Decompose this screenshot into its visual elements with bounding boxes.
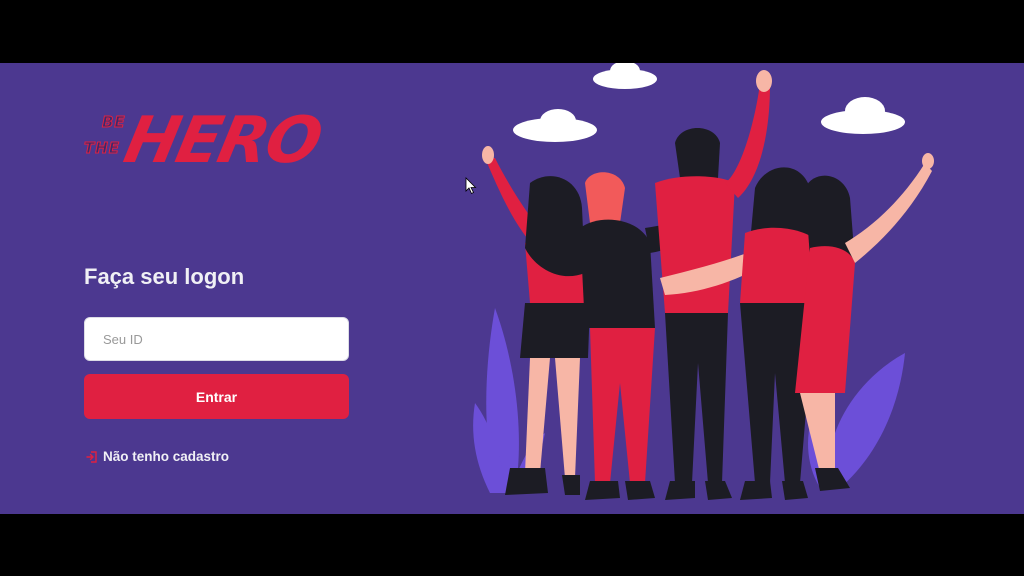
register-link[interactable]: Não tenho cadastro xyxy=(86,449,229,464)
logo-hero-text: HERO xyxy=(118,104,327,178)
log-in-icon xyxy=(86,450,98,463)
letterbox-top xyxy=(0,0,1024,63)
be-the-hero-logo: BE THE HERO xyxy=(82,104,326,189)
heroes-group-illustration xyxy=(473,63,934,500)
cloud-icon xyxy=(593,63,657,89)
logon-page: BE THE HERO Faça seu logon Entrar Não te… xyxy=(0,63,1024,514)
cloud-icon xyxy=(821,97,905,134)
logo-be-text: BE xyxy=(102,113,126,131)
page-title: Faça seu logon xyxy=(84,264,245,289)
register-link-label: Não tenho cadastro xyxy=(103,449,230,464)
letterbox-bottom xyxy=(0,514,1024,576)
login-button[interactable]: Entrar xyxy=(84,374,349,419)
id-input[interactable] xyxy=(84,317,349,361)
logo-the-text: THE xyxy=(83,139,121,157)
cloud-icon xyxy=(513,109,597,142)
